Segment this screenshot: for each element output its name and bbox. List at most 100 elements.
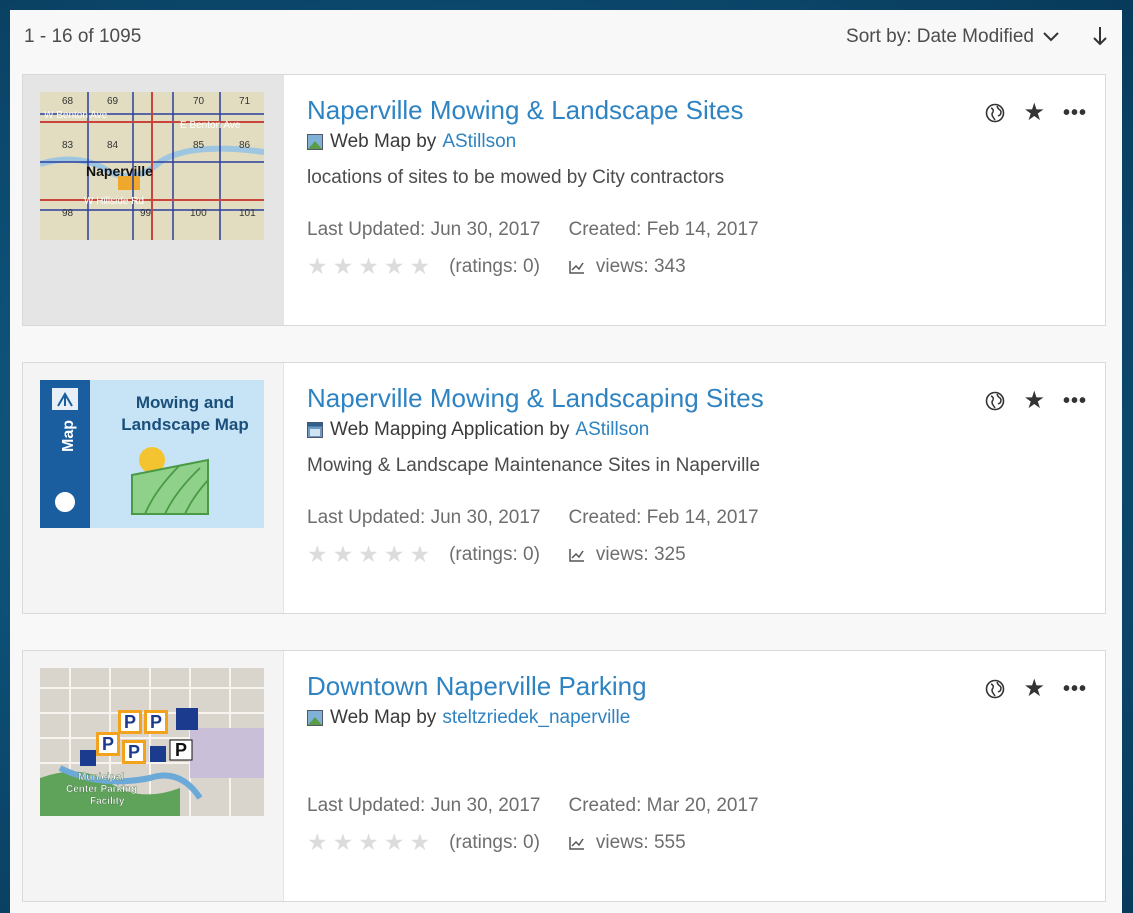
parking-label: P	[150, 712, 162, 732]
item-description: Mowing & Landscape Maintenance Sites in …	[307, 455, 761, 476]
web-map-icon	[307, 134, 323, 150]
item-thumbnail[interactable]: 68 69 70 71 W Benton Ave E Benton Ave 83…	[40, 92, 264, 240]
thumb-label: 100	[190, 208, 207, 219]
item-views: views: 555	[595, 831, 686, 853]
thumb-label: 84	[107, 140, 119, 151]
item-type: Web Mapping Application by	[330, 419, 570, 440]
item-updated: Last Updated: Jun 30, 2017	[307, 507, 541, 528]
web-app-icon	[307, 422, 323, 438]
item-actions: ★ •••	[985, 389, 1087, 413]
item-created: Created: Mar 20, 2017	[568, 795, 759, 816]
parking-label: P	[124, 712, 136, 732]
thumb-label: W Hillside Rd	[84, 196, 144, 207]
chart-icon	[569, 548, 584, 562]
item-card[interactable]: Map Mowing and Landscape Map Naperville …	[22, 362, 1106, 614]
item-title-link[interactable]: Naperville Mowing & Landscape Sites	[307, 93, 1095, 127]
thumb-label: 86	[239, 140, 251, 151]
item-type-line: Web Map by AStillson	[307, 131, 1095, 153]
item-content: Downtown Naperville Parking Web Map by s…	[307, 669, 1095, 856]
ellipsis-icon[interactable]: •••	[1063, 679, 1087, 699]
thumb-label: 101	[239, 208, 256, 219]
item-dates: Last Updated: Jun 30, 2017 Created: Feb 1…	[307, 507, 1095, 529]
map-thumbnail-image: 68 69 70 71 W Benton Ave E Benton Ave 83…	[40, 92, 264, 240]
item-views: views: 343	[595, 255, 686, 277]
thumb-label: 70	[193, 96, 205, 107]
item-type: Web Map by	[330, 707, 437, 728]
item-owner-link[interactable]: AStillson	[575, 419, 649, 441]
ellipsis-icon[interactable]: •••	[1063, 103, 1087, 123]
thumb-label: 99	[140, 208, 152, 219]
arrow-down-icon	[1093, 27, 1107, 46]
item-title-link[interactable]: Downtown Naperville Parking	[307, 669, 1095, 703]
thumb-label: 98	[62, 208, 74, 219]
item-dates: Last Updated: Jun 30, 2017 Created: Mar 2…	[307, 795, 1095, 817]
thumb-label: 69	[107, 96, 119, 107]
item-type-line: Web Map by steltzriedek_naperville	[307, 707, 1095, 729]
item-meta: ★★★★★ (ratings: 0) views: 343	[307, 253, 1095, 280]
thumb-label: 85	[193, 140, 205, 151]
item-meta: ★★★★★ (ratings: 0) views: 555	[307, 829, 1095, 856]
item-views: views: 325	[595, 543, 686, 565]
chevron-down-icon	[1043, 32, 1059, 42]
item-dates: Last Updated: Jun 30, 2017 Created: Feb 1…	[307, 219, 1095, 241]
results-toolbar: 1 - 16 of 1095 Sort by: Date Modified	[10, 10, 1122, 66]
chart-icon	[569, 836, 584, 850]
result-count: 1 - 16 of 1095	[24, 26, 142, 47]
map-thumbnail-image: P P P P P Municipal Center Parking Facil…	[40, 668, 264, 816]
sort-dropdown[interactable]: Sort by: Date Modified	[846, 26, 1060, 48]
item-ratings: (ratings: 0)	[449, 543, 540, 565]
thumbnail-column: P P P P P Municipal Center Parking Facil…	[23, 651, 284, 901]
results-panel: 1 - 16 of 1095 Sort by: Date Modified 68…	[10, 10, 1122, 913]
star-icon[interactable]: ★	[1023, 677, 1045, 701]
web-map-icon	[307, 710, 323, 726]
item-owner-link[interactable]: steltzriedek_naperville	[442, 707, 630, 729]
parking-label: P	[128, 742, 140, 762]
item-content: Naperville Mowing & Landscape Sites Web …	[307, 93, 1095, 280]
thumb-label: Facility	[90, 796, 125, 807]
item-type: Web Map by	[330, 131, 437, 152]
item-content: Naperville Mowing & Landscaping Sites We…	[307, 381, 1095, 568]
thumbnail-column: 68 69 70 71 W Benton Ave E Benton Ave 83…	[23, 75, 284, 325]
item-thumbnail[interactable]: Map Mowing and Landscape Map	[40, 380, 264, 528]
item-description: locations of sites to be mowed by City c…	[307, 167, 725, 188]
rating-stars[interactable]: ★★★★★	[307, 253, 435, 280]
sort-label: Sort by: Date Modified	[846, 26, 1034, 47]
item-type-line: Web Mapping Application by AStillson	[307, 419, 1095, 441]
thumb-label: Center Parking	[66, 784, 137, 795]
item-thumbnail[interactable]: P P P P P Municipal Center Parking Facil…	[40, 668, 264, 816]
globe-icon[interactable]	[985, 103, 1005, 123]
thumb-label: 71	[239, 96, 251, 107]
item-ratings: (ratings: 0)	[449, 831, 540, 853]
thumb-label: Municipal	[78, 772, 124, 783]
item-card[interactable]: 68 69 70 71 W Benton Ave E Benton Ave 83…	[22, 74, 1106, 326]
thumb-label: W Benton Ave	[44, 110, 108, 121]
rating-stars[interactable]: ★★★★★	[307, 829, 435, 856]
thumbnail-column: Map Mowing and Landscape Map	[23, 363, 284, 613]
rating-stars[interactable]: ★★★★★	[307, 541, 435, 568]
globe-icon[interactable]	[985, 679, 1005, 699]
item-created: Created: Feb 14, 2017	[568, 507, 759, 528]
item-meta: ★★★★★ (ratings: 0) views: 325	[307, 541, 1095, 568]
item-actions: ★ •••	[985, 677, 1087, 701]
star-icon[interactable]: ★	[1023, 389, 1045, 413]
thumb-label: 83	[62, 140, 74, 151]
item-owner-link[interactable]: AStillson	[442, 131, 516, 153]
item-actions: ★ •••	[985, 101, 1087, 125]
item-card[interactable]: P P P P P Municipal Center Parking Facil…	[22, 650, 1106, 902]
item-description	[307, 743, 1095, 767]
parking-label: P	[175, 740, 187, 760]
globe-icon[interactable]	[985, 391, 1005, 411]
chart-icon	[569, 260, 584, 274]
app-thumbnail-image: Map Mowing and Landscape Map	[40, 380, 264, 528]
item-created: Created: Feb 14, 2017	[568, 219, 759, 240]
item-updated: Last Updated: Jun 30, 2017	[307, 795, 541, 816]
ellipsis-icon[interactable]: •••	[1063, 391, 1087, 411]
item-updated: Last Updated: Jun 30, 2017	[307, 219, 541, 240]
thumb-title-line: Mowing and	[136, 393, 234, 412]
parking-label: P	[102, 734, 114, 754]
thumb-label: E Benton Ave	[180, 120, 241, 131]
thumb-label: 68	[62, 96, 74, 107]
star-icon[interactable]: ★	[1023, 101, 1045, 125]
sort-direction-button[interactable]	[1092, 26, 1108, 46]
item-title-link[interactable]: Naperville Mowing & Landscaping Sites	[307, 381, 1095, 415]
